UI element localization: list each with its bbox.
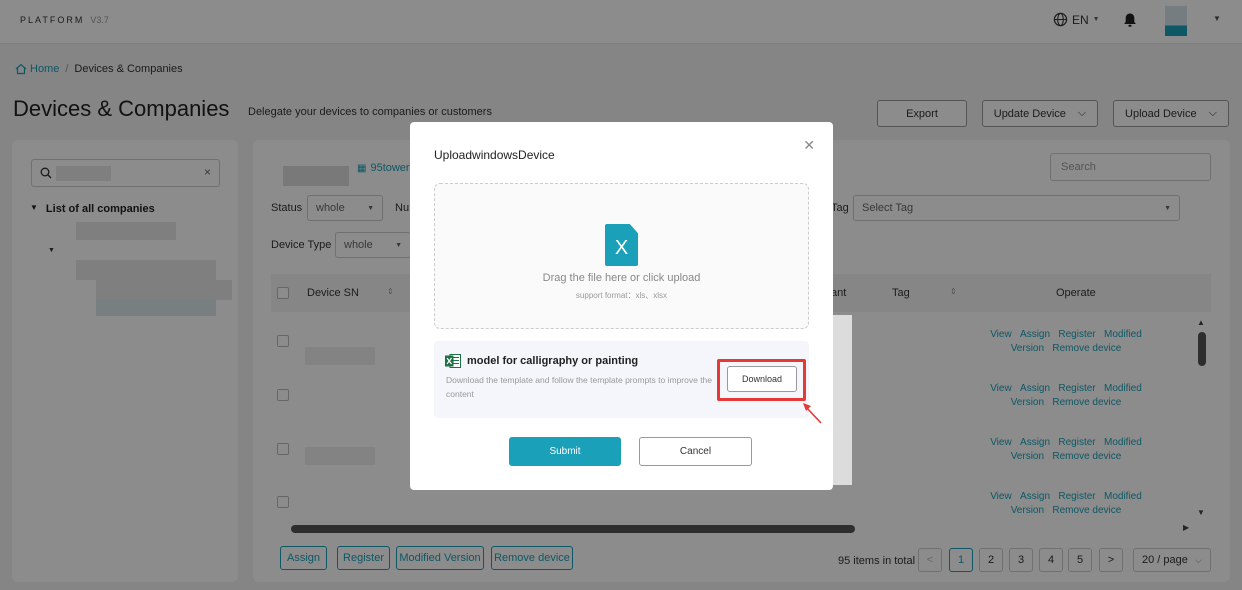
annotation-arrow-icon [803, 403, 822, 424]
file-upload-dropzone[interactable]: X Drag the file here or click upload sup… [434, 183, 809, 329]
cancel-button[interactable]: Cancel [639, 437, 752, 466]
download-highlight-box [717, 359, 806, 401]
excel-icon [445, 354, 461, 368]
supported-formats: support format：xls、xlsx [575, 291, 668, 300]
modal-title: UploadwindowsDevice [434, 148, 555, 162]
excel-file-icon: X [605, 224, 638, 266]
upload-device-modal: UploadwindowsDevice ✕ X Drag the file he… [410, 122, 833, 490]
cancel-label: Cancel [679, 446, 712, 457]
submit-button[interactable]: Submit [509, 437, 621, 466]
drop-hint: Drag the file here or click upload [542, 272, 701, 284]
template-title: model for calligraphy or painting [467, 355, 639, 367]
close-icon[interactable]: ✕ [803, 137, 815, 154]
submit-label: Submit [549, 446, 581, 457]
table-row-redacted [830, 315, 852, 485]
template-description: Download the template and follow the tem… [446, 375, 713, 399]
